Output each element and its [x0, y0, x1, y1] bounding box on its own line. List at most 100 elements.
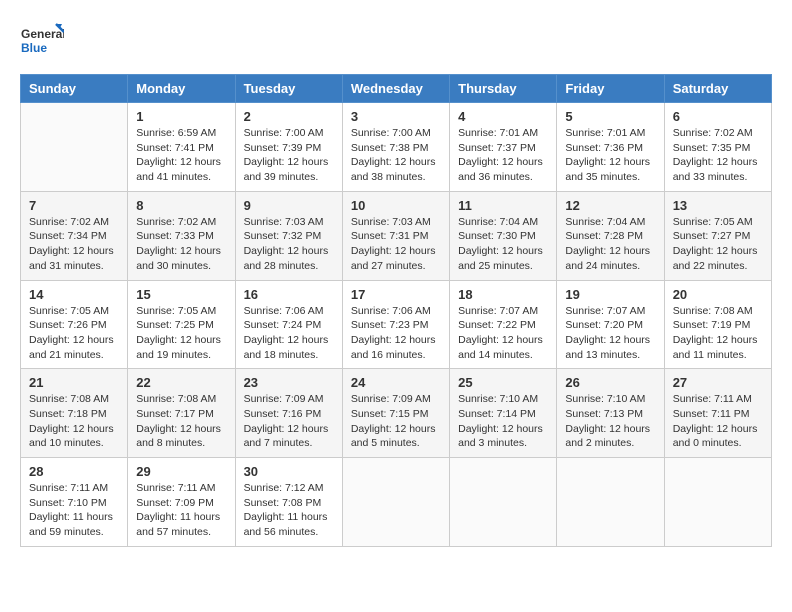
day-info: Sunrise: 7:05 AMSunset: 7:27 PMDaylight:…	[673, 215, 763, 274]
day-number: 1	[136, 109, 226, 124]
day-number: 24	[351, 375, 441, 390]
day-info: Sunrise: 7:05 AMSunset: 7:26 PMDaylight:…	[29, 304, 119, 363]
day-info: Sunrise: 7:02 AMSunset: 7:33 PMDaylight:…	[136, 215, 226, 274]
day-info: Sunrise: 7:02 AMSunset: 7:35 PMDaylight:…	[673, 126, 763, 185]
calendar-cell: 28 Sunrise: 7:11 AMSunset: 7:10 PMDayligh…	[21, 458, 128, 547]
day-number: 19	[565, 287, 655, 302]
day-info: Sunrise: 7:03 AMSunset: 7:31 PMDaylight:…	[351, 215, 441, 274]
calendar-cell: 14 Sunrise: 7:05 AMSunset: 7:26 PMDayligh…	[21, 280, 128, 369]
day-number: 4	[458, 109, 548, 124]
day-number: 27	[673, 375, 763, 390]
day-number: 5	[565, 109, 655, 124]
day-number: 3	[351, 109, 441, 124]
day-info: Sunrise: 7:08 AMSunset: 7:19 PMDaylight:…	[673, 304, 763, 363]
calendar-cell: 7 Sunrise: 7:02 AMSunset: 7:34 PMDaylight…	[21, 191, 128, 280]
calendar-cell: 8 Sunrise: 7:02 AMSunset: 7:33 PMDaylight…	[128, 191, 235, 280]
day-info: Sunrise: 7:11 AMSunset: 7:10 PMDaylight:…	[29, 481, 119, 540]
calendar-cell: 18 Sunrise: 7:07 AMSunset: 7:22 PMDayligh…	[450, 280, 557, 369]
day-info: Sunrise: 7:01 AMSunset: 7:37 PMDaylight:…	[458, 126, 548, 185]
day-number: 26	[565, 375, 655, 390]
day-number: 16	[244, 287, 334, 302]
day-info: Sunrise: 7:00 AMSunset: 7:38 PMDaylight:…	[351, 126, 441, 185]
calendar-body: 1 Sunrise: 6:59 AMSunset: 7:41 PMDaylight…	[21, 103, 772, 547]
weekday-header: Monday	[128, 75, 235, 103]
day-number: 17	[351, 287, 441, 302]
day-info: Sunrise: 7:04 AMSunset: 7:28 PMDaylight:…	[565, 215, 655, 274]
day-number: 15	[136, 287, 226, 302]
calendar-cell	[21, 103, 128, 192]
day-number: 29	[136, 464, 226, 479]
day-info: Sunrise: 7:03 AMSunset: 7:32 PMDaylight:…	[244, 215, 334, 274]
day-info: Sunrise: 7:11 AMSunset: 7:09 PMDaylight:…	[136, 481, 226, 540]
day-number: 12	[565, 198, 655, 213]
calendar-cell: 16 Sunrise: 7:06 AMSunset: 7:24 PMDayligh…	[235, 280, 342, 369]
day-info: Sunrise: 7:01 AMSunset: 7:36 PMDaylight:…	[565, 126, 655, 185]
day-number: 22	[136, 375, 226, 390]
calendar-cell: 3 Sunrise: 7:00 AMSunset: 7:38 PMDaylight…	[342, 103, 449, 192]
day-info: Sunrise: 7:12 AMSunset: 7:08 PMDaylight:…	[244, 481, 334, 540]
calendar-cell: 17 Sunrise: 7:06 AMSunset: 7:23 PMDayligh…	[342, 280, 449, 369]
calendar-cell: 22 Sunrise: 7:08 AMSunset: 7:17 PMDayligh…	[128, 369, 235, 458]
day-number: 25	[458, 375, 548, 390]
day-number: 2	[244, 109, 334, 124]
calendar-cell: 27 Sunrise: 7:11 AMSunset: 7:11 PMDayligh…	[664, 369, 771, 458]
calendar-cell: 9 Sunrise: 7:03 AMSunset: 7:32 PMDaylight…	[235, 191, 342, 280]
day-number: 18	[458, 287, 548, 302]
day-number: 13	[673, 198, 763, 213]
day-number: 20	[673, 287, 763, 302]
day-info: Sunrise: 7:07 AMSunset: 7:22 PMDaylight:…	[458, 304, 548, 363]
logo-svg: General Blue	[20, 20, 64, 64]
calendar-cell: 20 Sunrise: 7:08 AMSunset: 7:19 PMDayligh…	[664, 280, 771, 369]
day-number: 30	[244, 464, 334, 479]
calendar-cell: 15 Sunrise: 7:05 AMSunset: 7:25 PMDayligh…	[128, 280, 235, 369]
calendar-cell: 13 Sunrise: 7:05 AMSunset: 7:27 PMDayligh…	[664, 191, 771, 280]
calendar-cell: 30 Sunrise: 7:12 AMSunset: 7:08 PMDayligh…	[235, 458, 342, 547]
day-info: Sunrise: 7:09 AMSunset: 7:16 PMDaylight:…	[244, 392, 334, 451]
calendar-table: SundayMondayTuesdayWednesdayThursdayFrid…	[20, 74, 772, 547]
calendar-header: SundayMondayTuesdayWednesdayThursdayFrid…	[21, 75, 772, 103]
day-number: 10	[351, 198, 441, 213]
calendar-cell: 5 Sunrise: 7:01 AMSunset: 7:36 PMDaylight…	[557, 103, 664, 192]
calendar-cell: 6Sunrise: 7:02 AMSunset: 7:35 PMDaylight…	[664, 103, 771, 192]
day-info: Sunrise: 6:59 AMSunset: 7:41 PMDaylight:…	[136, 126, 226, 185]
calendar-cell	[342, 458, 449, 547]
day-number: 7	[29, 198, 119, 213]
logo: General Blue	[20, 20, 64, 64]
day-number: 11	[458, 198, 548, 213]
calendar-cell: 4 Sunrise: 7:01 AMSunset: 7:37 PMDaylight…	[450, 103, 557, 192]
weekday-header: Wednesday	[342, 75, 449, 103]
calendar-cell: 26Sunrise: 7:10 AMSunset: 7:13 PMDayligh…	[557, 369, 664, 458]
calendar-cell: 10 Sunrise: 7:03 AMSunset: 7:31 PMDayligh…	[342, 191, 449, 280]
calendar-cell: 24 Sunrise: 7:09 AMSunset: 7:15 PMDayligh…	[342, 369, 449, 458]
day-info: Sunrise: 7:11 AMSunset: 7:11 PMDaylight:…	[673, 392, 763, 451]
day-number: 9	[244, 198, 334, 213]
weekday-header: Thursday	[450, 75, 557, 103]
day-info: Sunrise: 7:06 AMSunset: 7:24 PMDaylight:…	[244, 304, 334, 363]
day-info: Sunrise: 7:05 AMSunset: 7:25 PMDaylight:…	[136, 304, 226, 363]
calendar-cell	[557, 458, 664, 547]
day-number: 23	[244, 375, 334, 390]
day-info: Sunrise: 7:04 AMSunset: 7:30 PMDaylight:…	[458, 215, 548, 274]
calendar-cell: 19 Sunrise: 7:07 AMSunset: 7:20 PMDayligh…	[557, 280, 664, 369]
day-info: Sunrise: 7:06 AMSunset: 7:23 PMDaylight:…	[351, 304, 441, 363]
day-number: 28	[29, 464, 119, 479]
svg-text:Blue: Blue	[21, 41, 47, 55]
calendar-cell: 23 Sunrise: 7:09 AMSunset: 7:16 PMDayligh…	[235, 369, 342, 458]
calendar-cell: 25 Sunrise: 7:10 AMSunset: 7:14 PMDayligh…	[450, 369, 557, 458]
day-info: Sunrise: 7:10 AMSunset: 7:14 PMDaylight:…	[458, 392, 548, 451]
day-number: 14	[29, 287, 119, 302]
day-number: 8	[136, 198, 226, 213]
day-info: Sunrise: 7:09 AMSunset: 7:15 PMDaylight:…	[351, 392, 441, 451]
page-header: General Blue	[20, 20, 772, 64]
calendar-cell: 29 Sunrise: 7:11 AMSunset: 7:09 PMDayligh…	[128, 458, 235, 547]
calendar-cell: 2 Sunrise: 7:00 AMSunset: 7:39 PMDaylight…	[235, 103, 342, 192]
day-info: Sunrise: 7:00 AMSunset: 7:39 PMDaylight:…	[244, 126, 334, 185]
day-info: Sunrise: 7:07 AMSunset: 7:20 PMDaylight:…	[565, 304, 655, 363]
weekday-header: Saturday	[664, 75, 771, 103]
day-info: Sunrise: 7:02 AMSunset: 7:34 PMDaylight:…	[29, 215, 119, 274]
calendar-cell: 1 Sunrise: 6:59 AMSunset: 7:41 PMDaylight…	[128, 103, 235, 192]
weekday-header: Friday	[557, 75, 664, 103]
weekday-header: Sunday	[21, 75, 128, 103]
day-info: Sunrise: 7:08 AMSunset: 7:17 PMDaylight:…	[136, 392, 226, 451]
day-info: Sunrise: 7:08 AMSunset: 7:18 PMDaylight:…	[29, 392, 119, 451]
